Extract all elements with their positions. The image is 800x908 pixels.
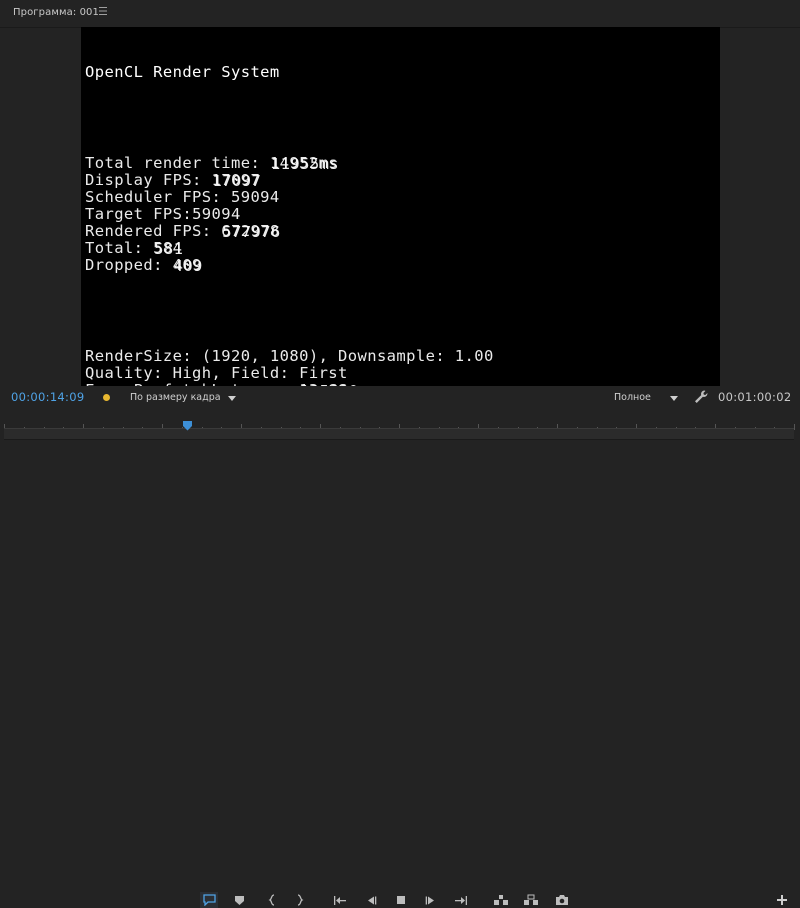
wrench-icon[interactable] <box>693 389 709 405</box>
stop-button[interactable] <box>392 892 410 908</box>
transport-controls <box>0 444 800 908</box>
scrub-track[interactable] <box>4 428 794 440</box>
step-back-icon <box>368 896 377 904</box>
mark-out-button[interactable] <box>291 892 309 908</box>
bracket-out-icon <box>297 894 304 906</box>
go-to-out-button[interactable] <box>452 892 470 908</box>
speech-bubble-icon <box>202 894 216 906</box>
step-forward-icon <box>425 896 434 904</box>
go-to-out-icon <box>455 895 467 905</box>
overlay-text: Target FPS:59094 <box>85 205 241 223</box>
add-marker-button[interactable] <box>230 892 248 908</box>
export-frame-button[interactable] <box>553 892 571 908</box>
comment-marker-button[interactable] <box>200 892 218 908</box>
overlay-line: Target FPS:59094 <box>85 206 280 223</box>
chevron-down-icon <box>228 396 236 401</box>
overlay-line: Total: 584Total: 581 <box>85 239 280 257</box>
overlay-text: RenderSize: (1920, 1080), Downsample: 1.… <box>85 347 494 366</box>
marker-icon <box>234 895 244 905</box>
step-back-button[interactable] <box>362 892 380 908</box>
lift-button[interactable] <box>492 892 510 908</box>
ruler-tick <box>794 424 795 430</box>
go-to-in-icon <box>334 895 346 905</box>
mark-in-button[interactable] <box>263 892 281 908</box>
overlay-line: Dropped: 409Dropped: 409 <box>85 256 280 275</box>
current-timecode[interactable]: 00:00:14:09 <box>11 390 84 404</box>
overlay-line: Total render time: 14952msTotal render t… <box>85 155 339 173</box>
go-to-in-button[interactable] <box>331 892 349 908</box>
panel-title[interactable]: Программа: 001 <box>13 7 99 18</box>
extract-button[interactable] <box>522 892 540 908</box>
playback-resolution-value: Полное <box>614 392 651 403</box>
camera-icon <box>556 895 568 905</box>
overlay-line: Scheduler FPS: 59094 <box>85 189 280 206</box>
overlay-header: OpenCL Render System <box>85 62 280 81</box>
overlay-line: Rendered FPS: 672978Rendered FPS: 577976 <box>85 222 280 240</box>
chevron-down-icon <box>670 396 678 401</box>
playhead-icon[interactable] <box>183 416 192 431</box>
stop-icon <box>397 896 405 904</box>
overlay-text: Scheduler FPS: 59094 <box>85 188 280 207</box>
zoom-level-value: По размеру кадра <box>130 392 221 403</box>
overlay-text: Quality: High, Field: First <box>85 364 348 383</box>
bracket-in-icon <box>268 894 275 906</box>
playback-resolution-select[interactable]: Полное <box>608 390 684 407</box>
button-editor-button[interactable] <box>773 892 791 908</box>
step-forward-button[interactable] <box>422 892 440 908</box>
overlay-text-ghost: Dropped: 409 <box>173 256 203 275</box>
overlay-line: RenderSize: (1920, 1080), Downsample: 1.… <box>85 348 493 365</box>
marker-dot-icon <box>103 394 110 401</box>
overlay-line: Display FPS: 17097Display FPS: 17097 <box>85 172 280 190</box>
zoom-level-select[interactable]: По размеру кадра <box>124 390 242 407</box>
plus-icon <box>777 895 787 905</box>
render-stats-overlay: OpenCL Render System Total render time: … <box>85 30 493 386</box>
overlay-line: Quality: High, Field: First <box>85 365 347 382</box>
hamburger-icon[interactable] <box>99 6 108 19</box>
duration-timecode: 00:01:00:02 <box>718 390 792 404</box>
program-monitor-viewer[interactable]: OpenCL Render System Total render time: … <box>81 27 720 386</box>
lift-icon <box>494 895 508 905</box>
extract-icon <box>524 894 538 905</box>
panel-header: Программа: 001 <box>0 0 800 28</box>
